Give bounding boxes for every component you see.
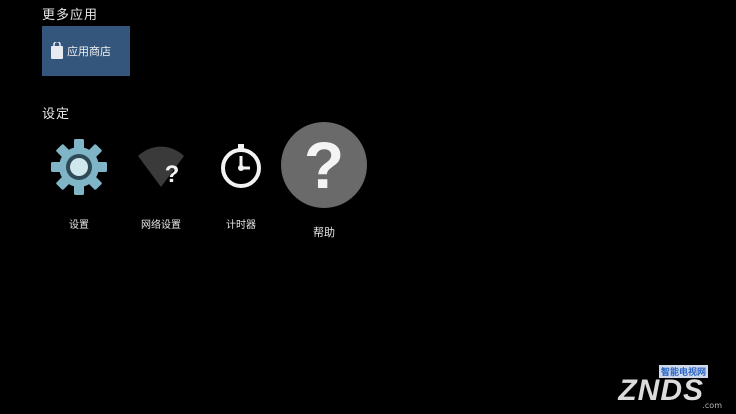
more-apps-section-title: 更多应用 — [42, 8, 99, 23]
network-settings-item[interactable]: ? 网络设置 — [132, 138, 190, 238]
watermark-suffix: .com — [702, 401, 722, 410]
timer-icon — [221, 144, 261, 188]
svg-text:?: ? — [165, 161, 180, 188]
settings-label: 设置 — [69, 220, 89, 231]
wifi-help-icon: ? — [138, 146, 184, 188]
question-icon: ? — [281, 122, 367, 208]
timer-label: 计时器 — [226, 220, 256, 231]
gear-icon — [51, 139, 107, 195]
watermark-logo-text: ZNDS — [618, 374, 704, 407]
help-label: 帮助 — [313, 226, 335, 239]
timer-item[interactable]: 计时器 — [212, 138, 270, 238]
settings-item[interactable]: 设置 — [50, 138, 108, 238]
app-store-tile[interactable]: 应用商店 — [42, 26, 130, 76]
network-settings-label: 网络设置 — [141, 220, 181, 231]
settings-section-title: 设定 — [42, 107, 71, 122]
app-store-label: 应用商店 — [67, 45, 111, 58]
help-item[interactable]: ? 帮助 — [280, 121, 368, 241]
znds-watermark: 智能电视网 ZNDS .com — [582, 365, 722, 410]
svg-text:?: ? — [304, 128, 344, 202]
shopping-bag-icon — [51, 42, 63, 59]
